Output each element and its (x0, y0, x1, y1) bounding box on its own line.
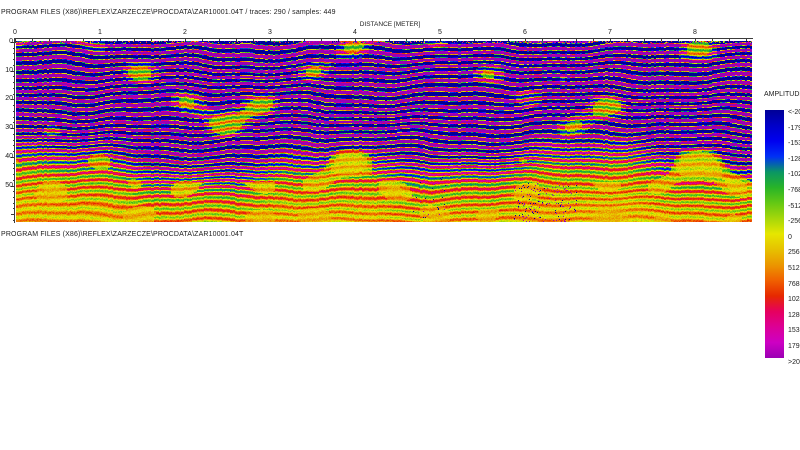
y-axis-minor-tick (13, 82, 15, 83)
colorbar-tick-label: 0 (788, 234, 800, 241)
y-axis-minor-tick (13, 53, 15, 54)
y-axis-major-tick (11, 214, 15, 215)
y-axis-minor-tick (13, 168, 15, 169)
colorbar-tick-label: -1280 (788, 156, 800, 163)
y-axis-tick-label: 10 (2, 67, 13, 74)
x-axis-tick-label: 6 (523, 29, 527, 36)
y-axis-minor-tick (13, 151, 15, 152)
y-axis-minor-tick (13, 76, 15, 77)
y-axis-tick-label: 20 (2, 95, 13, 102)
y-axis-minor-tick (13, 197, 15, 198)
y-axis-tick-label: 0 (2, 38, 13, 45)
reflexw-screen: PROGRAM FILES (X86)\REFLEX\ZARZECZE\PROC… (0, 0, 800, 450)
colorbar-tick-label: -768 (788, 187, 800, 194)
y-axis-tick-label: 40 (2, 153, 13, 160)
x-axis: 012345678 (15, 38, 753, 39)
radargram-canvas[interactable] (16, 41, 752, 222)
y-axis-minor-tick (13, 163, 15, 164)
colorbar-tick-label: 768 (788, 281, 800, 288)
x-axis-tick-label: 3 (268, 29, 272, 36)
file-path-footer: PROGRAM FILES (X86)\REFLEX\ZARZECZE\PROC… (1, 230, 243, 239)
y-axis-minor-tick (13, 140, 15, 141)
y-axis: 01020304050 (14, 38, 15, 223)
y-axis-tick-label: 30 (2, 124, 13, 131)
colorbar-gradient (765, 110, 784, 358)
y-axis-minor-tick (13, 180, 15, 181)
colorbar-tick-label: -1536 (788, 140, 800, 147)
y-axis-minor-tick (13, 122, 15, 123)
x-axis-tick-label: 5 (438, 29, 442, 36)
colorbar-tick-label: 512 (788, 265, 800, 272)
colorbar-tick-label: >2048 (788, 359, 800, 366)
y-axis-minor-tick (13, 145, 15, 146)
y-axis-minor-tick (13, 117, 15, 118)
y-axis-minor-tick (13, 174, 15, 175)
y-axis-minor-tick (13, 203, 15, 204)
y-axis-minor-tick (13, 134, 15, 135)
colorbar-tick-label: <-2048 (788, 109, 800, 116)
y-axis-minor-tick (13, 105, 15, 106)
y-axis-minor-tick (13, 191, 15, 192)
colorbar-tick-label: 1536 (788, 327, 800, 334)
colorbar-tick-label: -256 (788, 218, 800, 225)
x-axis-tick-label: 8 (693, 29, 697, 36)
y-axis-minor-tick (13, 65, 15, 66)
x-axis-tick-label: 1 (98, 29, 102, 36)
y-axis-minor-tick (13, 48, 15, 49)
x-axis-tick-label: 7 (608, 29, 612, 36)
colorbar-tick-label: 1280 (788, 312, 800, 319)
y-axis-minor-tick (13, 94, 15, 95)
y-axis-minor-tick (13, 88, 15, 89)
y-axis-minor-tick (13, 208, 15, 209)
x-axis-tick-label: 4 (353, 29, 357, 36)
y-axis-tick-label: 50 (2, 182, 13, 189)
colorbar-tick-label: 256 (788, 249, 800, 256)
y-axis-minor-tick (13, 59, 15, 60)
y-axis-minor-tick (13, 111, 15, 112)
x-axis-title: DISTANCE [METER] (300, 21, 480, 28)
colorbar-tick-label: 1792 (788, 343, 800, 350)
x-axis-tick-label: 0 (13, 29, 17, 36)
file-info-header: PROGRAM FILES (X86)\REFLEX\ZARZECZE\PROC… (1, 8, 336, 17)
x-axis-tick-label: 2 (183, 29, 187, 36)
colorbar-title: AMPLITUDE (764, 91, 800, 98)
colorbar-tick-label: -1792 (788, 125, 800, 132)
y-axis-minor-tick (13, 220, 15, 221)
colorbar-tick-label: -512 (788, 203, 800, 210)
colorbar-tick-label: 1024 (788, 296, 800, 303)
colorbar-tick-label: -1024 (788, 171, 800, 178)
